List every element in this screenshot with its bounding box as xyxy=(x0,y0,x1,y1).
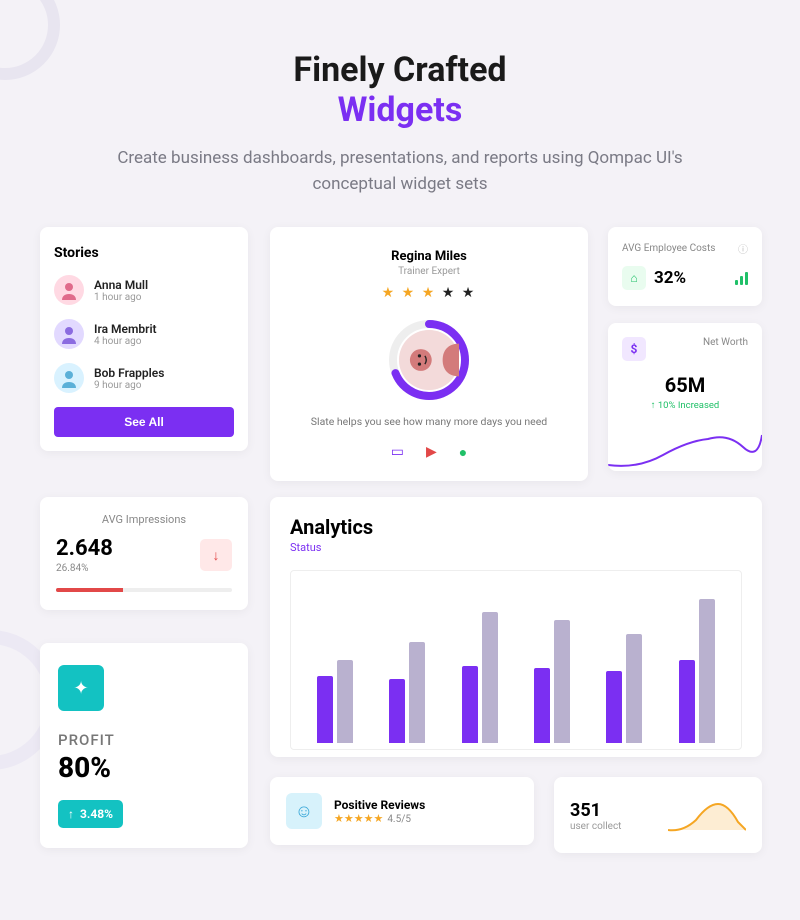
bar xyxy=(409,642,425,743)
story-time: 1 hour ago xyxy=(94,292,148,303)
avatar-icon xyxy=(54,363,84,393)
dollar-icon: $ xyxy=(622,337,646,361)
bar xyxy=(389,679,405,743)
emp-title: AVG Employee Costs xyxy=(622,243,715,254)
see-all-button[interactable]: See All xyxy=(54,407,234,437)
story-item[interactable]: Bob Frapples9 hour ago xyxy=(54,363,234,393)
story-item[interactable]: Ira Membrit4 hour ago xyxy=(54,319,234,349)
story-name: Ira Membrit xyxy=(94,322,157,336)
page-title: Finely Crafted Widgets xyxy=(40,50,760,130)
stories-card: Stories Anna Mull1 hour ago Ira Membrit4… xyxy=(40,227,248,451)
bar xyxy=(534,668,550,743)
signal-icon xyxy=(735,271,748,285)
widget-grid: Stories Anna Mull1 hour ago Ira Membrit4… xyxy=(0,227,800,243)
profit-value: 80% xyxy=(58,751,230,784)
story-name: Anna Mull xyxy=(94,278,148,292)
nw-delta: ↑ 10% Increased xyxy=(622,400,748,411)
progress-bar xyxy=(56,588,232,592)
page-subtitle: Create business dashboards, presentation… xyxy=(80,146,720,197)
bar-group xyxy=(389,642,425,743)
rating-stars: ★★★★★4.5/5 xyxy=(334,812,425,825)
profit-card: ✦ PROFIT 80% ↑ 3.48% xyxy=(40,643,248,848)
title-pre: Finely Crafted xyxy=(293,50,506,90)
bar-group xyxy=(317,660,353,743)
stories-title: Stories xyxy=(54,245,234,261)
bar xyxy=(679,660,695,743)
area-spark-icon xyxy=(668,796,746,836)
imp-value: 2.648 xyxy=(56,536,113,561)
bar xyxy=(699,599,715,743)
imp-pct: 26.84% xyxy=(56,563,113,574)
file-plus-icon: ✦ xyxy=(58,665,104,711)
users-value: 351 xyxy=(570,800,621,821)
arrow-down-icon: ↓ xyxy=(200,539,232,571)
sparkline xyxy=(608,427,762,471)
avatar-icon xyxy=(399,330,459,390)
story-time: 9 hour ago xyxy=(94,380,164,391)
video-icon[interactable]: ▶ xyxy=(426,444,437,461)
progress-ring xyxy=(386,317,472,403)
profile-desc: Slate helps you see how many more days y… xyxy=(288,415,570,428)
reviews-card: ☺ Positive Reviews ★★★★★4.5/5 xyxy=(270,777,534,845)
avatar-icon xyxy=(54,319,84,349)
analytics-card: Analytics Status xyxy=(270,497,762,757)
reviews-title: Positive Reviews xyxy=(334,798,425,812)
title-accent: Widgets xyxy=(338,90,463,130)
profile-name: Regina Miles xyxy=(288,249,570,264)
story-name: Bob Frapples xyxy=(94,366,164,380)
users-label: user collect xyxy=(570,821,621,832)
nw-value: 65M xyxy=(622,373,748,397)
hero: Finely Crafted Widgets Create business d… xyxy=(0,0,800,227)
arrow-up-icon: ↑ xyxy=(68,807,74,821)
profile-card: Regina Miles Trainer Expert ★ ★ ★ ★ ★ Sl… xyxy=(270,227,588,481)
story-time: 4 hour ago xyxy=(94,336,157,347)
smile-icon: ☺ xyxy=(286,793,322,829)
bar-chart xyxy=(290,570,742,750)
bar-group xyxy=(534,620,570,743)
bar xyxy=(606,671,622,743)
profile-role: Trainer Expert xyxy=(288,266,570,277)
bar xyxy=(554,620,570,743)
bar xyxy=(317,676,333,743)
imp-title: AVG Impressions xyxy=(56,513,232,526)
chat-icon[interactable]: ● xyxy=(459,444,467,461)
story-item[interactable]: Anna Mull1 hour ago xyxy=(54,275,234,305)
net-worth-card: $ Net Worth 65M ↑ 10% Increased xyxy=(608,323,762,471)
impressions-card: AVG Impressions 2.648 26.84% ↓ xyxy=(40,497,248,610)
emp-value: 32% xyxy=(654,268,686,288)
profit-label: PROFIT xyxy=(58,731,230,749)
employee-costs-card: AVG Employee Costs ⓘ ⌂ 32% xyxy=(608,227,762,306)
tag-icon: ⌂ xyxy=(622,266,646,290)
nw-label: Net Worth xyxy=(703,337,748,348)
calendar-icon[interactable]: ▭ xyxy=(391,444,404,461)
users-card: 351 user collect xyxy=(554,777,762,853)
profit-chip: ↑ 3.48% xyxy=(58,800,123,828)
bar-group xyxy=(679,599,715,743)
analytics-subtitle: Status xyxy=(290,541,742,554)
bar xyxy=(337,660,353,743)
analytics-title: Analytics xyxy=(290,515,742,539)
bar-group xyxy=(606,634,642,743)
bar-group xyxy=(462,612,498,743)
bar xyxy=(626,634,642,743)
profit-delta: 3.48% xyxy=(80,807,113,821)
bar xyxy=(462,666,478,743)
avatar-icon xyxy=(54,275,84,305)
rating-stars: ★ ★ ★ ★ ★ xyxy=(288,285,570,301)
bar xyxy=(482,612,498,743)
info-icon[interactable]: ⓘ xyxy=(738,241,748,256)
reviews-score: 4.5/5 xyxy=(387,814,411,825)
